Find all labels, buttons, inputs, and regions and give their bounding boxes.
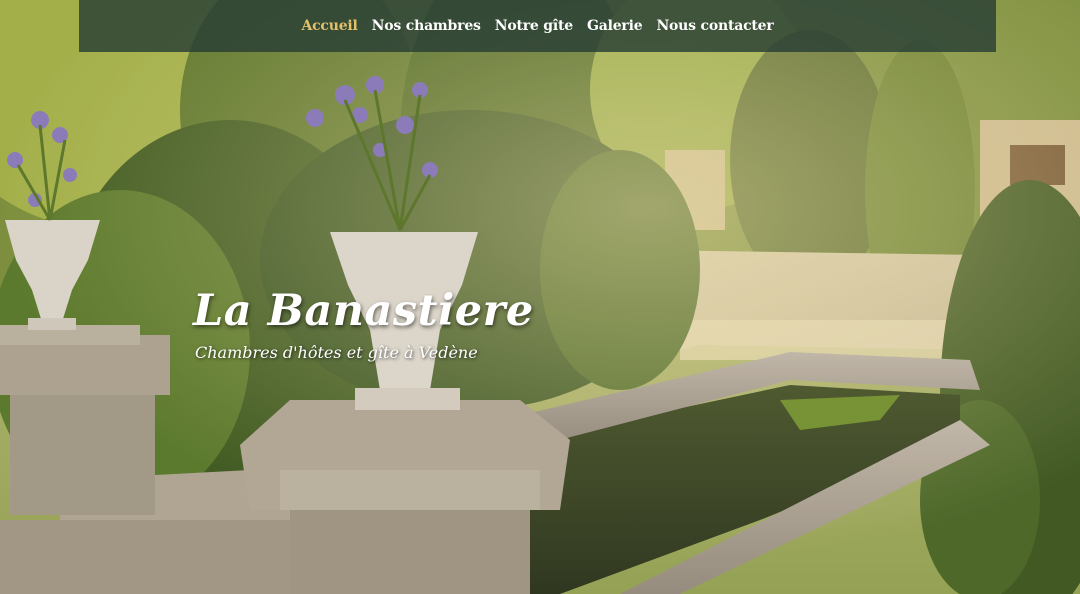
nav-item-galerie[interactable]: Galerie <box>587 18 643 34</box>
hero-heading: La Banastiere Chambres d'hôtes et gîte à… <box>193 286 534 363</box>
nav-item-nous-contacter[interactable]: Nous contacter <box>656 18 773 34</box>
nav-item-accueil[interactable]: Accueil <box>301 18 357 34</box>
main-navigation: Accueil Nos chambres Notre gîte Galerie … <box>79 0 996 52</box>
site-subtitle: Chambres d'hôtes et gîte à Vedène <box>195 343 478 363</box>
hero-background-photo <box>0 0 1080 594</box>
site-title: La Banastiere <box>193 286 534 336</box>
nav-item-notre-gite[interactable]: Notre gîte <box>495 18 573 34</box>
nav-item-nos-chambres[interactable]: Nos chambres <box>372 18 481 34</box>
